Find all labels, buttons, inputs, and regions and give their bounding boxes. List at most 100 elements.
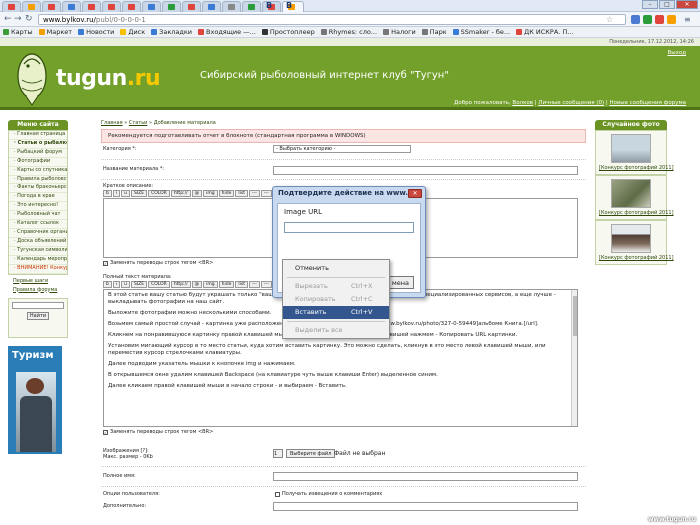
replace-breaks-option[interactable]: ✓ Заменять переводы строк тегом <BR> — [103, 429, 586, 435]
bbcode-button[interactable]: b — [103, 281, 112, 288]
bookmark-item[interactable]: Диск — [120, 28, 145, 36]
bbcode-button[interactable]: --- — [248, 281, 260, 288]
private-messages-link[interactable]: Личные сообщения (0) — [538, 100, 604, 106]
search-input[interactable] — [12, 301, 64, 309]
random-photo[interactable]: [Конкурс фотографий 2011] — [595, 175, 674, 220]
bbcode-button[interactable]: u — [121, 190, 130, 197]
maximize-button[interactable]: □ — [659, 0, 675, 9]
sidebar-menu-item[interactable]: · ВНИМАНИЕ! Конкурс — [9, 265, 67, 274]
sidebar-menu-item[interactable]: · Карты со спутника — [9, 167, 67, 176]
sidebar-menu-item[interactable]: · Фотографии — [9, 158, 67, 167]
image-url-input[interactable] — [284, 222, 414, 233]
browser-tab[interactable] — [62, 1, 81, 12]
choose-file-button[interactable]: Выберите файл — [286, 449, 336, 458]
category-select[interactable]: - Выбрать категорию - — [273, 145, 411, 153]
bbcode-button[interactable]: COLOR — [148, 281, 170, 288]
bbcode-button[interactable]: img — [203, 281, 218, 288]
browser-tab[interactable] — [42, 1, 61, 12]
sidebar-menu-item[interactable]: · Рыбацкий форум — [9, 149, 67, 158]
photo-thumbnail[interactable] — [611, 179, 651, 208]
extension-icon[interactable] — [631, 15, 640, 24]
bookmark-item[interactable]: Карты — [3, 28, 33, 36]
menu-icon[interactable]: ≡ — [684, 14, 691, 25]
browser-tab[interactable] — [142, 1, 161, 12]
bbcode-button[interactable]: b — [103, 190, 112, 197]
browser-tab[interactable] — [162, 1, 181, 12]
random-photo[interactable]: [Конкурс фотографий 2011] — [595, 220, 674, 265]
photo-thumbnail[interactable] — [611, 224, 651, 253]
browser-tab[interactable] — [82, 1, 101, 12]
checkbox-icon[interactable]: ✓ — [103, 429, 108, 435]
context-menu-item[interactable]: Отменить — [283, 262, 389, 275]
sidebar-menu-item[interactable]: · Каталог ссылок — [9, 220, 67, 229]
bbcode-button[interactable]: @ — [191, 281, 203, 288]
extension-icon[interactable] — [643, 15, 652, 24]
username-link[interactable]: Волков — [512, 100, 533, 106]
minimize-button[interactable]: – — [642, 0, 658, 9]
bookmark-item[interactable]: Налоги — [383, 28, 416, 36]
bookmark-item[interactable]: Закладки — [151, 28, 192, 36]
bookmark-item[interactable]: Простоплеер — [261, 28, 315, 36]
browser-tab[interactable] — [202, 1, 221, 12]
bbcode-button[interactable]: i — [112, 281, 121, 288]
textarea-scrollbar[interactable] — [571, 290, 577, 426]
bookmark-item[interactable]: Входящие —... — [198, 28, 256, 36]
logout-link[interactable]: Выход — [667, 50, 686, 56]
sidebar-menu-item[interactable]: · Факты браконьерства — [9, 184, 67, 194]
bookmark-item[interactable]: Маркет — [38, 28, 72, 36]
checkbox-icon[interactable] — [275, 491, 280, 497]
random-photo[interactable]: [Конкурс фотографий 2011] — [595, 130, 674, 175]
first-steps-link[interactable]: Первые шаги — [8, 278, 68, 284]
bbcode-button[interactable]: hide — [218, 190, 235, 197]
bookmark-item[interactable]: ДК ИСКРА. П... — [516, 28, 574, 36]
bbcode-button[interactable]: --- — [248, 190, 260, 197]
browser-tab[interactable] — [242, 1, 261, 12]
bbcode-button[interactable]: hide — [218, 281, 235, 288]
sidebar-menu-item[interactable]: · Справочник организаций — [9, 229, 67, 238]
tourism-banner[interactable]: Туризм — [8, 345, 62, 454]
reload-icon[interactable]: ↻ — [25, 14, 33, 25]
bbcode-button[interactable]: --- — [260, 281, 272, 288]
photo-thumbnail[interactable] — [611, 134, 651, 163]
url-input[interactable]: www.bylkov.ru/publ/0-0-0-0-1 — [38, 14, 626, 25]
bookmark-item[interactable]: Новости — [78, 28, 114, 36]
browser-tab[interactable] — [22, 1, 41, 12]
bbcode-button[interactable]: SIZE — [130, 190, 148, 197]
bbcode-button[interactable]: list — [235, 190, 248, 197]
sidebar-menu-item[interactable]: · Календарь мероприятий — [9, 256, 67, 265]
bbcode-button[interactable]: @ — [191, 190, 203, 197]
photo-caption[interactable]: [Конкурс фотографий 2011] — [599, 210, 674, 216]
title-input[interactable] — [273, 166, 578, 175]
context-menu-item[interactable]: Вырезать Ctrl+X — [283, 280, 389, 293]
sidebar-menu-item[interactable]: · Это интересно! — [9, 202, 67, 212]
bbcode-button[interactable]: http:// — [170, 190, 191, 197]
bbcode-button[interactable]: http:// — [170, 281, 191, 288]
new-posts-link[interactable]: Новые сообщения форума — [610, 100, 687, 106]
bookmark-star-icon[interactable]: ☆ — [606, 15, 613, 24]
photo-caption[interactable]: [Конкурс фотографий 2011] — [599, 165, 674, 171]
bookmark-item[interactable]: SSmaker - бе... — [452, 28, 510, 36]
forward-icon[interactable]: → — [14, 14, 22, 25]
image-slot-select[interactable]: 1 — [273, 449, 283, 458]
search-button[interactable]: Найти — [27, 311, 49, 320]
bbcode-button[interactable]: COLOR — [148, 190, 170, 197]
fullname-input[interactable] — [273, 472, 578, 481]
browser-tab[interactable] — [102, 1, 121, 12]
breadcrumb-articles[interactable]: Статьи — [129, 120, 148, 126]
bbcode-button[interactable]: --- — [260, 190, 272, 197]
bookmark-item[interactable]: Парк — [421, 28, 447, 36]
breadcrumb-home[interactable]: Главная — [101, 120, 123, 126]
sidebar-menu-item[interactable]: · Доска объявлений — [9, 238, 67, 247]
extension-icon[interactable] — [667, 15, 676, 24]
checkbox-icon[interactable]: ✓ — [103, 260, 108, 266]
bbcode-button[interactable]: img — [203, 190, 218, 197]
context-menu-item[interactable]: Вставить Ctrl+V — [283, 306, 389, 319]
bbcode-button[interactable]: SIZE — [130, 281, 148, 288]
extension-icon[interactable] — [655, 15, 664, 24]
bbcode-button[interactable]: u — [121, 281, 130, 288]
sidebar-menu-item[interactable]: · Погода в крае — [9, 193, 67, 203]
site-logo[interactable]: tugun.ru — [56, 66, 161, 91]
bbcode-button[interactable]: list — [235, 281, 248, 288]
extra-input[interactable] — [273, 502, 578, 511]
sidebar-menu-item[interactable]: · Правила рыболовства — [9, 176, 67, 185]
